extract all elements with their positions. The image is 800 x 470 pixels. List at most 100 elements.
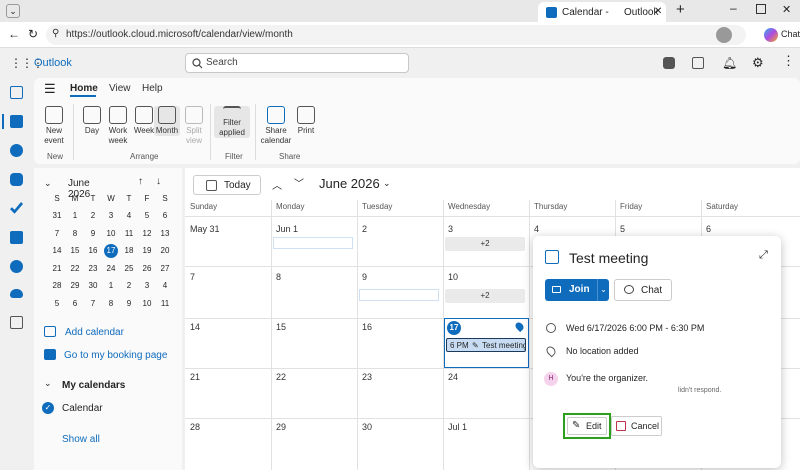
copilot-icon[interactable] — [764, 28, 778, 42]
day-cell-number[interactable]: 6 — [706, 224, 711, 234]
add-calendar-link[interactable]: Add calendar — [65, 327, 124, 338]
more-events-button[interactable]: +2 — [445, 289, 525, 303]
mini-day-cell[interactable]: 21 — [48, 264, 66, 273]
hamburger-menu-icon[interactable]: ☰ — [44, 81, 56, 97]
work-week-view-button[interactable]: Work week — [104, 106, 132, 146]
booking-page-icon[interactable] — [44, 349, 56, 360]
day-cell-number[interactable]: Jun 1 — [276, 224, 298, 234]
day-cell-number[interactable]: Jul 1 — [448, 422, 467, 432]
day-cell-number[interactable]: 3 — [448, 224, 453, 234]
day-cell-number[interactable]: 15 — [276, 322, 286, 332]
expand-icon[interactable]: ⤢ — [759, 249, 768, 262]
booking-page-link[interactable]: Go to my booking page — [64, 350, 167, 361]
day-cell-number[interactable]: 10 — [448, 272, 458, 282]
collapse-my-calendars-icon[interactable]: ⌄ — [44, 378, 52, 389]
mini-day-cell[interactable]: 27 — [156, 264, 174, 273]
share-calendar-button[interactable]: Share calendar — [260, 106, 292, 146]
tab-home[interactable]: Home — [70, 83, 98, 94]
mini-day-cell[interactable]: 11 — [120, 229, 138, 238]
mini-day-cell[interactable]: 31 — [48, 211, 66, 220]
event-chip-test-meeting[interactable]: 6 PM ✎ Test meeting — [446, 338, 526, 352]
calendar-checked-icon[interactable]: ✓ — [42, 402, 54, 414]
mini-day-cell[interactable]: 13 — [156, 229, 174, 238]
mini-day-cell[interactable]: 20 — [156, 246, 174, 255]
tab-view[interactable]: View — [109, 83, 131, 94]
org-explorer-icon[interactable] — [10, 260, 23, 273]
mini-day-cell[interactable]: 7 — [48, 229, 66, 238]
settings-icon[interactable]: ⚙ — [752, 55, 764, 71]
app-name[interactable]: Outlook — [34, 57, 72, 69]
mini-day-cell[interactable]: 18 — [120, 246, 138, 255]
day-cell-number[interactable]: 7 — [190, 272, 195, 282]
tab-help[interactable]: Help — [142, 83, 163, 94]
day-cell-number[interactable]: 28 — [190, 422, 200, 432]
mini-day-today[interactable]: 17 — [104, 244, 118, 258]
mini-day-cell[interactable]: 11 — [156, 299, 174, 308]
mini-day-cell[interactable]: 25 — [120, 264, 138, 273]
onedrive-icon[interactable] — [10, 289, 23, 298]
join-options-dropdown[interactable]: ⌄ — [597, 279, 609, 301]
groups-icon[interactable] — [10, 173, 23, 186]
refresh-icon[interactable]: ↻ — [28, 27, 38, 41]
print-button[interactable]: Print — [292, 106, 320, 136]
day-cell-number[interactable]: 24 — [448, 372, 458, 382]
day-cell-number[interactable]: 16 — [362, 322, 372, 332]
mini-day-cell[interactable]: 4 — [156, 281, 174, 290]
mini-day-cell[interactable]: 5 — [138, 211, 156, 220]
profile-avatar[interactable] — [716, 27, 732, 43]
event-bar[interactable] — [273, 237, 353, 249]
mini-day-cell[interactable]: 16 — [84, 246, 102, 255]
files-icon[interactable] — [10, 231, 23, 244]
split-view-button[interactable]: Split view — [180, 106, 208, 146]
day-cell-number[interactable]: 5 — [620, 224, 625, 234]
more-events-button[interactable]: +2 — [445, 237, 525, 251]
people-icon[interactable] — [10, 144, 23, 157]
day-cell-number[interactable]: 30 — [362, 422, 372, 432]
mini-day-cell[interactable]: 24 — [102, 264, 120, 273]
notifications-icon[interactable]: 🔔︎ — [722, 56, 737, 70]
calendar-icon[interactable] — [10, 115, 23, 128]
search-input[interactable]: Search — [185, 53, 409, 73]
back-icon[interactable]: ← — [8, 27, 20, 41]
teams-icon[interactable] — [663, 57, 675, 69]
mini-day-cell[interactable]: 14 — [48, 246, 66, 255]
mini-day-cell[interactable]: 7 — [84, 299, 102, 308]
mini-day-cell[interactable]: 30 — [84, 281, 102, 290]
day-cell-number[interactable]: 23 — [362, 372, 372, 382]
mini-day-cell[interactable]: 4 — [120, 211, 138, 220]
day-cell-number[interactable]: 22 — [276, 372, 286, 382]
new-tab-icon[interactable]: + — [676, 1, 685, 18]
minimize-icon[interactable]: – — [730, 1, 737, 15]
calendar-list-item[interactable]: Calendar — [62, 403, 103, 414]
cancel-event-button[interactable]: Cancel — [611, 416, 662, 436]
chat-button[interactable]: Chat — [614, 279, 672, 301]
mini-prev-icon[interactable]: ↑ — [138, 176, 143, 187]
url-field[interactable]: ⚲ https://outlook.cloud.microsoft/calend… — [46, 25, 746, 45]
day-cell-number[interactable]: 14 — [190, 322, 200, 332]
month-title[interactable]: June 2026 — [319, 176, 380, 191]
more-apps-icon[interactable] — [10, 316, 23, 329]
event-bar[interactable] — [359, 289, 439, 301]
previous-month-icon[interactable]: ︿ — [272, 177, 282, 192]
more-options-icon[interactable]: ⋮ — [782, 53, 795, 69]
mini-day-cell[interactable]: 6 — [66, 299, 84, 308]
tab-list-dropdown-icon[interactable]: ⌄ — [6, 4, 20, 18]
day-cell-number[interactable]: 29 — [276, 422, 286, 432]
close-tab-icon[interactable]: ✕ — [654, 6, 662, 17]
mini-next-icon[interactable]: ↓ — [156, 176, 161, 187]
day-cell-number[interactable]: May 31 — [190, 224, 220, 234]
premium-icon[interactable] — [692, 57, 704, 69]
mini-day-cell[interactable]: 9 — [120, 299, 138, 308]
mini-day-cell[interactable]: 3 — [138, 281, 156, 290]
show-all-link[interactable]: Show all — [62, 434, 100, 445]
next-month-icon[interactable]: ﹀ — [294, 175, 304, 190]
close-window-icon[interactable]: ✕ — [782, 3, 791, 16]
site-info-icon[interactable]: ⚲ — [52, 28, 59, 39]
mini-day-cell[interactable]: 8 — [66, 229, 84, 238]
mini-day-cell[interactable]: 1 — [102, 281, 120, 290]
mini-day-cell[interactable]: 3 — [102, 211, 120, 220]
mini-day-cell[interactable]: 8 — [102, 299, 120, 308]
day-cell-number[interactable]: 2 — [362, 224, 367, 234]
todo-icon[interactable] — [10, 202, 23, 214]
day-cell-number[interactable]: 4 — [534, 224, 539, 234]
